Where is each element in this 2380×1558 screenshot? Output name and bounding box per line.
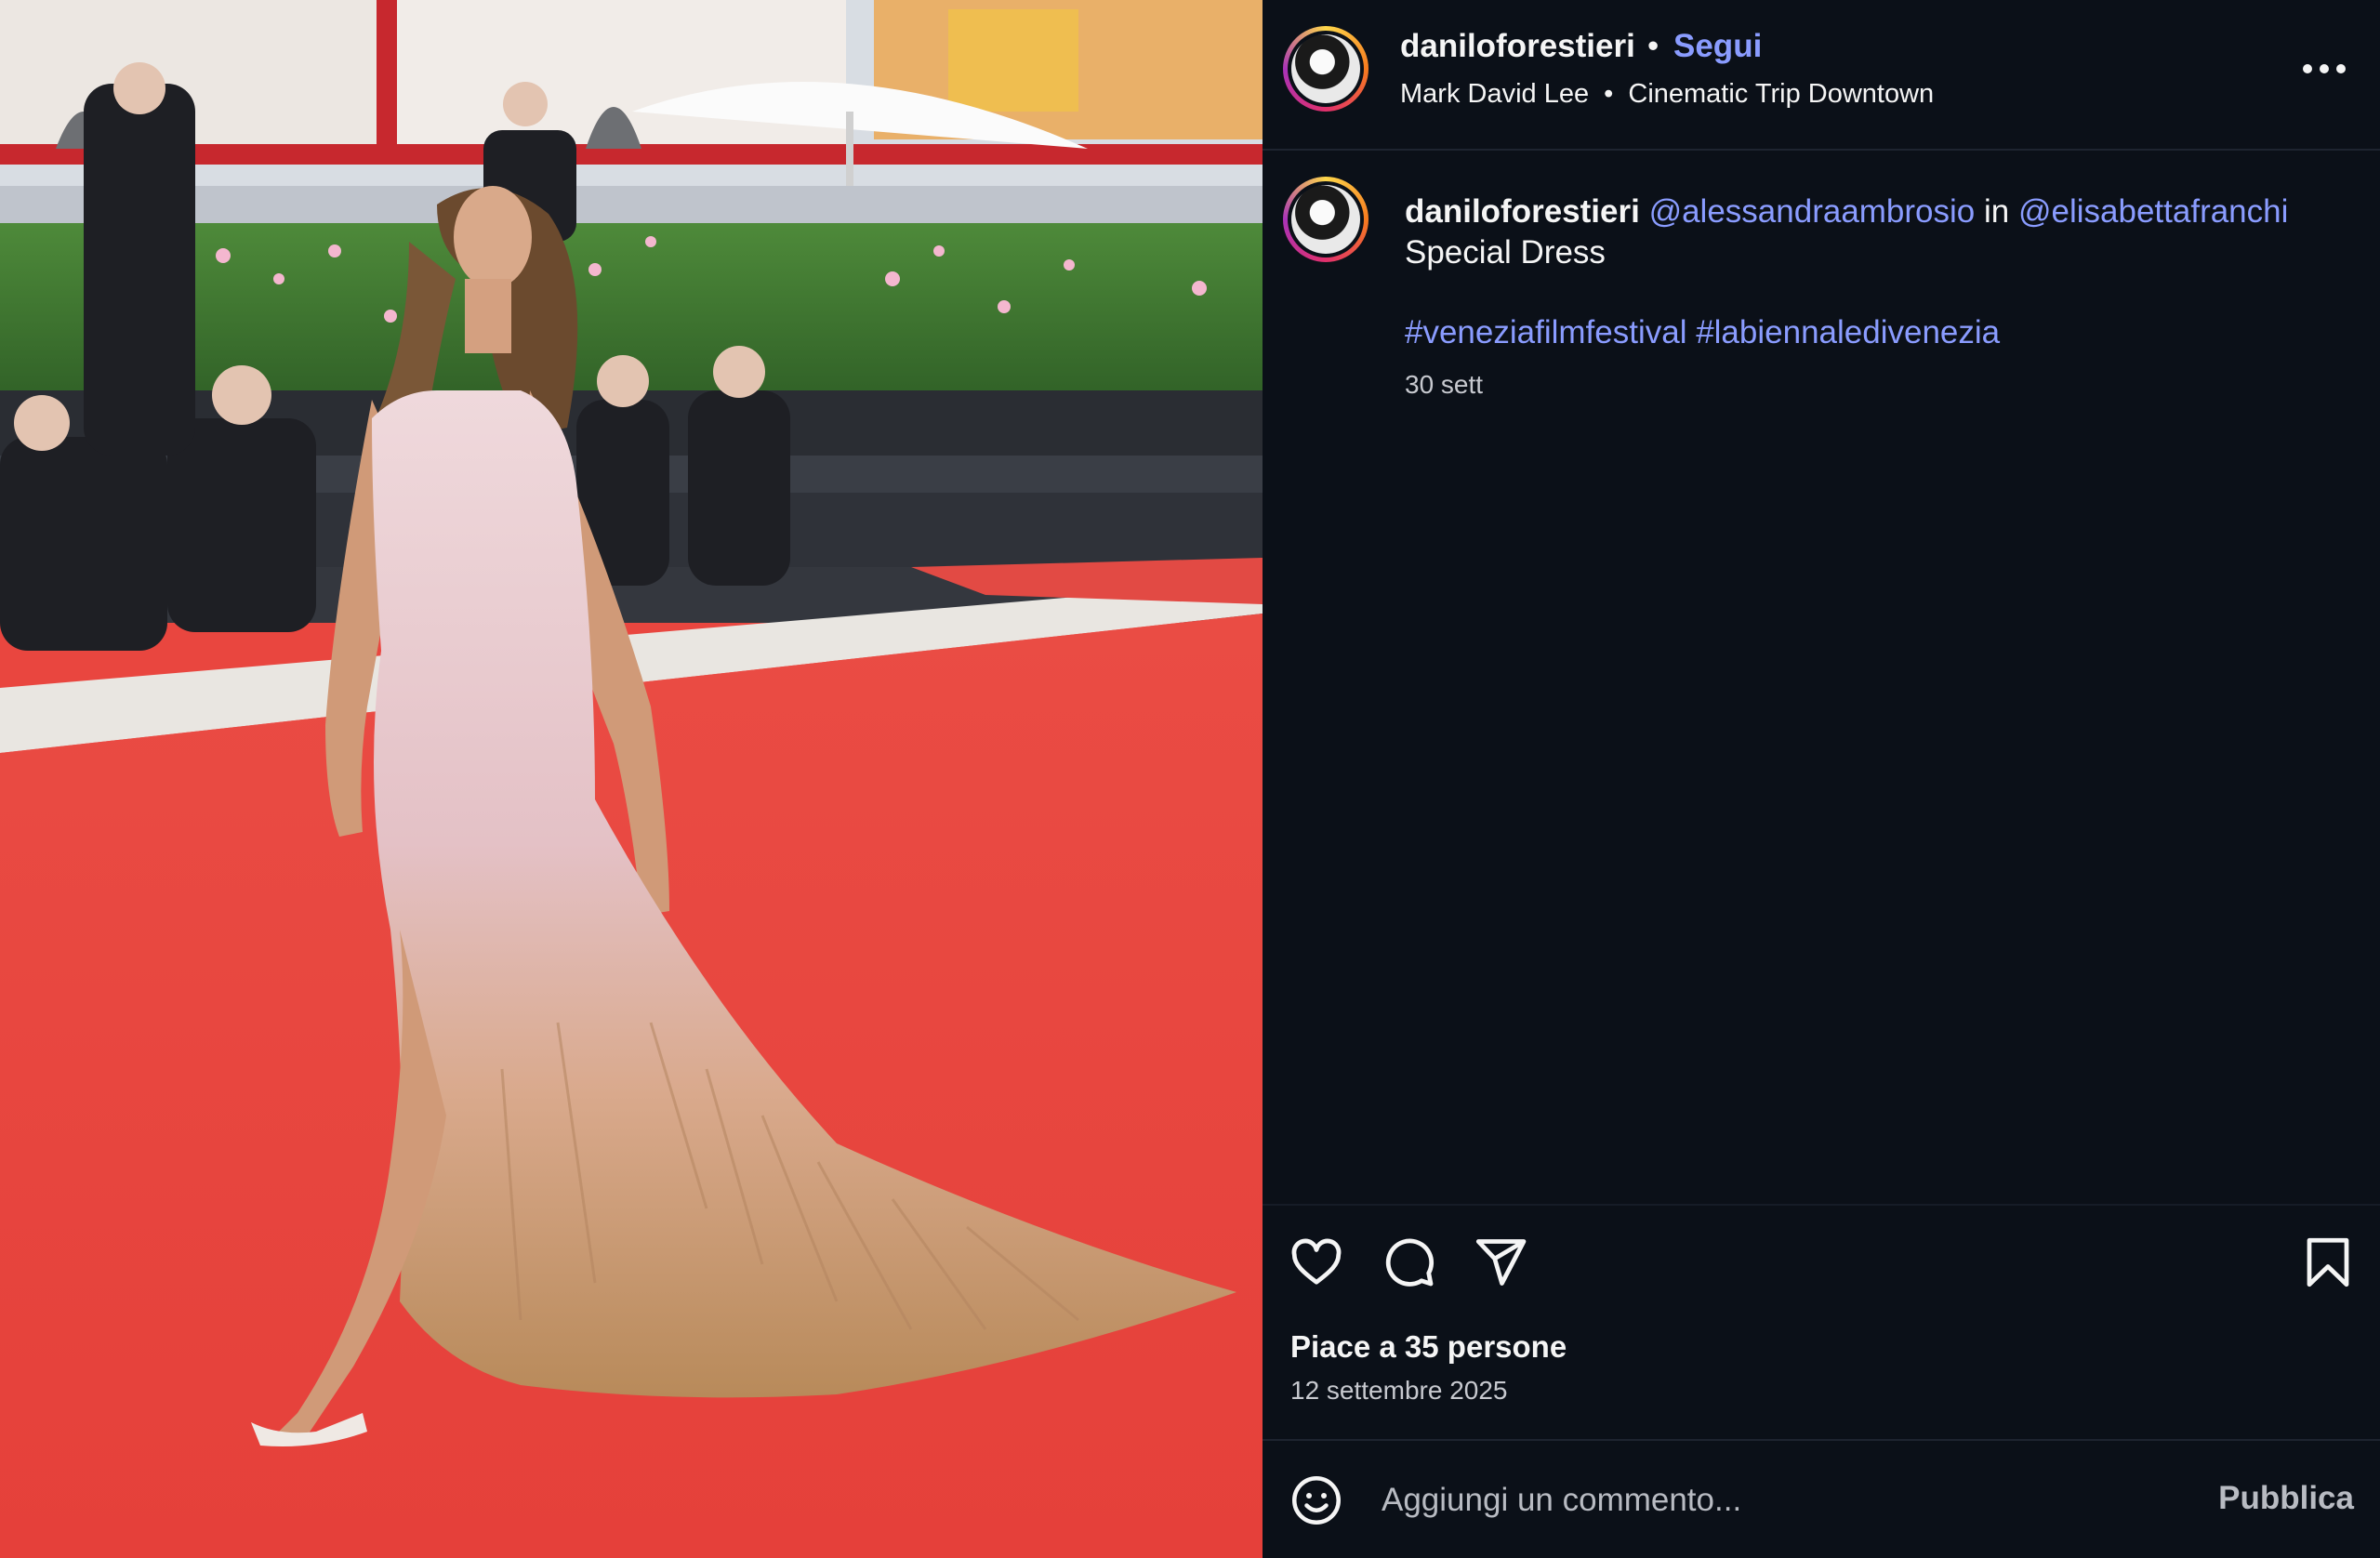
header-separator: •: [1647, 28, 1659, 64]
caption-timestamp[interactable]: 30 sett: [1405, 370, 1483, 400]
more-horizontal-icon: [2303, 64, 2346, 73]
like-button[interactable]: [1289, 1235, 1344, 1295]
caption-line: daniloforestieri @alessandraambrosio in …: [1405, 193, 2288, 231]
share-button[interactable]: [1473, 1235, 1528, 1295]
audio-info[interactable]: Mark David Lee • Cinematic Trip Downtown: [1400, 79, 1934, 110]
save-button[interactable]: [2302, 1235, 2354, 1295]
audio-separator: •: [1604, 79, 1614, 109]
comment-input[interactable]: [1380, 1473, 2164, 1527]
emoji-button[interactable]: [1289, 1472, 1344, 1533]
post-date: 12 settembre 2025: [1290, 1376, 1508, 1405]
comment-icon: [1385, 1238, 1435, 1287]
audio-title: Cinematic Trip Downtown: [1628, 79, 1935, 109]
post-header: daniloforestieri • Segui Mark David Lee …: [1263, 0, 2380, 151]
publish-button[interactable]: Pubblica: [2218, 1480, 2354, 1517]
caption-avatar[interactable]: [1283, 177, 1368, 262]
follow-button[interactable]: Segui: [1673, 28, 1762, 65]
more-options-button[interactable]: [2296, 48, 2352, 89]
emoji-icon: [1292, 1476, 1341, 1525]
comment-button[interactable]: [1381, 1235, 1436, 1295]
audio-artist: Mark David Lee: [1400, 79, 1590, 109]
header-username[interactable]: daniloforestieri: [1400, 28, 1635, 65]
post-photo: [0, 0, 1263, 1558]
caption-connector: in: [1984, 193, 2010, 230]
send-icon: [1475, 1239, 1527, 1286]
avatar[interactable]: [1283, 26, 1368, 112]
post-panel: daniloforestieri • Segui Mark David Lee …: [1263, 0, 2380, 1558]
mention-link[interactable]: @elisabettafranchi: [2018, 193, 2288, 230]
heart-icon: [1291, 1238, 1342, 1285]
divider: [1263, 1204, 2380, 1206]
divider: [1263, 1439, 2380, 1441]
likes-count[interactable]: Piace a 35 persone: [1290, 1329, 1567, 1365]
caption-text: Special Dress: [1405, 234, 1606, 271]
caption-username[interactable]: daniloforestieri: [1405, 193, 1640, 230]
mention-link[interactable]: @alessandraambrosio: [1649, 193, 1976, 230]
bookmark-icon: [2307, 1237, 2349, 1287]
post-media[interactable]: [0, 0, 1263, 1558]
hashtags[interactable]: #veneziafilmfestival #labiennaledivenezi…: [1405, 314, 2000, 351]
